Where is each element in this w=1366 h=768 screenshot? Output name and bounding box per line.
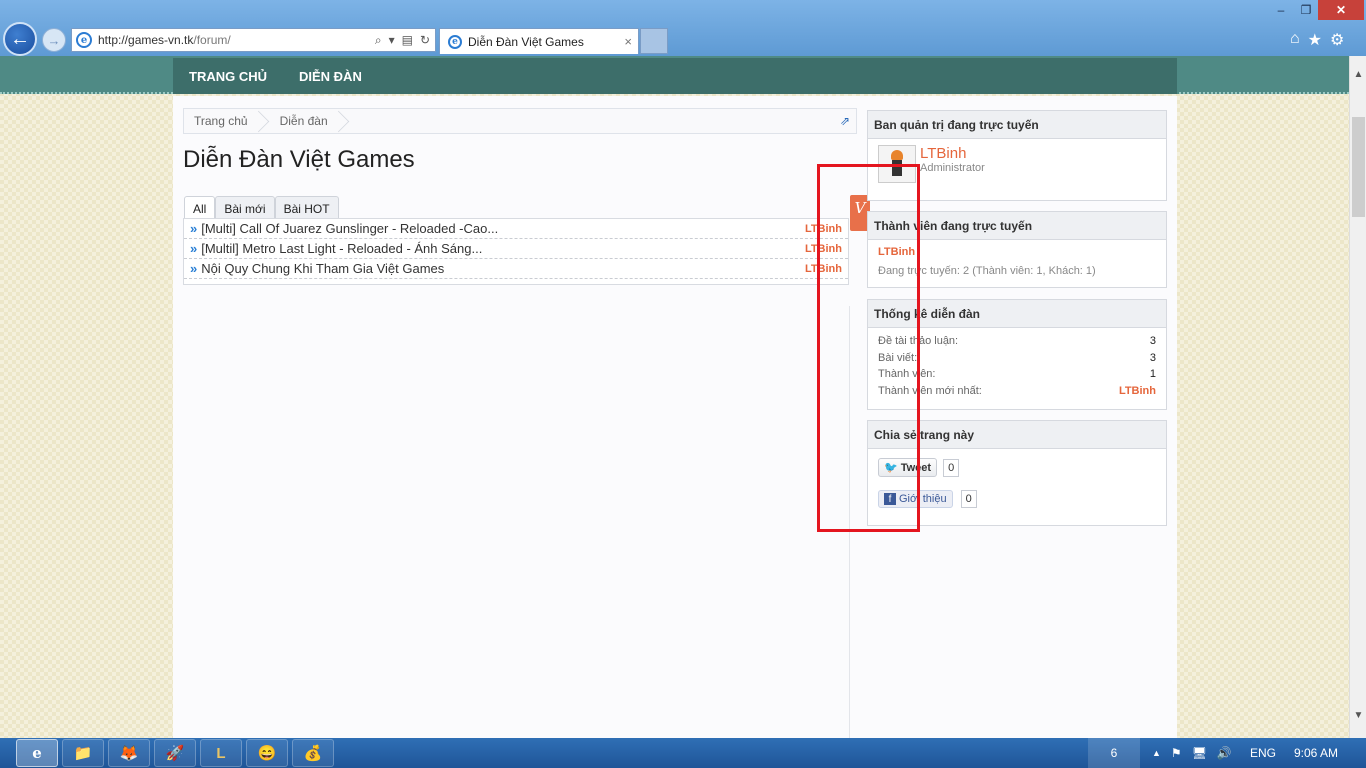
new-tab-button[interactable] — [640, 28, 668, 54]
people-bar[interactable]: 6 — [1088, 738, 1140, 768]
breadcrumb: Trang chủ Diễn đàn ⇗ — [183, 108, 857, 134]
thread-title[interactable]: [Multi] Call Of Juarez Gunslinger - Relo… — [201, 221, 498, 236]
address-bar[interactable]: e http://games-vn.tk/forum/ ⌕ ▾ ▤ ↻ — [71, 28, 436, 52]
taskbar-explorer-icon[interactable]: 📁 — [62, 739, 104, 767]
home-icon[interactable]: ⌂ — [1290, 30, 1300, 50]
maximize-button[interactable]: ❐ — [1293, 0, 1319, 20]
nav-home[interactable]: TRANG CHỦ — [173, 69, 283, 84]
forward-arrow-icon: → — [47, 32, 61, 48]
show-hidden-icons-icon[interactable]: ▲ — [1152, 748, 1161, 758]
volume-icon[interactable]: 🔊 — [1217, 746, 1232, 760]
double-chevron-icon: » — [190, 221, 197, 236]
list-item[interactable]: » [Multil] Metro Last Light - Reloaded -… — [184, 239, 848, 259]
scroll-up-arrow-icon[interactable]: ▲ — [1350, 66, 1366, 83]
list-item[interactable]: » [Multi] Call Of Juarez Gunslinger - Re… — [184, 219, 848, 239]
double-chevron-icon: » — [190, 261, 197, 276]
scroll-down-arrow-icon[interactable]: ▼ — [1350, 707, 1366, 724]
thread-title[interactable]: Nội Quy Chung Khi Tham Gia Việt Games — [201, 261, 444, 276]
external-link-icon[interactable]: ⇗ — [840, 114, 850, 128]
tab-ie-icon: e — [448, 34, 462, 49]
people-count: 6 — [1110, 746, 1118, 760]
url-host: http://games-vn.tk — [98, 33, 194, 47]
breadcrumb-forum[interactable]: Diễn đàn — [270, 109, 350, 133]
page-viewport: TRANG CHỦ DIỄN ĐÀN Trang chủ Diễn đàn ⇗ … — [0, 56, 1349, 738]
network-icon[interactable]: 🖥 — [1192, 746, 1207, 760]
action-center-flag-icon[interactable]: ⚑ — [1171, 746, 1182, 760]
content-area: Trang chủ Diễn đàn ⇗ Diễn Đàn Việt Games… — [173, 96, 1177, 738]
annotation-highlight-box — [817, 164, 920, 532]
close-window-button[interactable]: ✕ — [1318, 0, 1364, 20]
staff-name[interactable]: LTBinh — [920, 145, 985, 162]
windows-taskbar: e 📁 🦊 🚀 L 😄 💰 6 ▲ ⚑ 🖥 🔊 ENG 9:06 AM — [0, 738, 1366, 768]
back-button[interactable]: ← — [3, 22, 37, 56]
stat-value: 1 — [1149, 368, 1156, 381]
refresh-icon[interactable]: ↻ — [420, 33, 430, 48]
search-icon[interactable]: ⌕ — [375, 33, 382, 48]
list-item[interactable]: » Nội Quy Chung Khi Tham Gia Việt Games … — [184, 259, 848, 279]
page-scrollbar[interactable]: ▲ ▼ — [1349, 56, 1366, 738]
staff-online-heading: Ban quản trị đang trực tuyến — [868, 111, 1166, 139]
thread-title[interactable]: [Multil] Metro Last Light - Reloaded - Á… — [201, 241, 482, 256]
tab-title: Diễn Đàn Việt Games — [468, 34, 584, 49]
nav-forum[interactable]: DIỄN ĐÀN — [283, 69, 378, 84]
url-path: /forum/ — [193, 33, 231, 47]
minimize-button[interactable]: – — [1268, 0, 1294, 20]
settings-gear-icon[interactable]: ⚙ — [1330, 30, 1344, 50]
newest-member-link[interactable]: LTBinh — [1119, 385, 1156, 397]
staff-role: Administrator — [920, 162, 985, 174]
breadcrumb-home[interactable]: Trang chủ — [184, 109, 270, 133]
browser-chrome: ← → e http://games-vn.tk/forum/ ⌕ ▾ ▤ ↻ … — [0, 0, 1366, 56]
favorites-star-icon[interactable]: ★ — [1308, 30, 1322, 50]
ie-icon: e — [76, 32, 92, 48]
taskbar-ie-icon[interactable]: e — [16, 739, 58, 767]
dropdown-icon[interactable]: ▾ — [389, 33, 395, 48]
compatibility-icon[interactable]: ▤ — [402, 33, 413, 48]
main-navbar: TRANG CHỦ DIỄN ĐÀN — [173, 58, 1177, 94]
back-arrow-icon: ← — [10, 27, 30, 50]
facebook-like-count: 0 — [960, 490, 977, 508]
tab-close-icon[interactable]: × — [624, 34, 638, 49]
taskbar-moneybag-icon[interactable]: 💰 — [292, 739, 334, 767]
system-tray: ▲ ⚑ 🖥 🔊 — [1152, 738, 1232, 768]
thread-list: » [Multi] Call Of Juarez Gunslinger - Re… — [183, 218, 849, 285]
scrollbar-thumb[interactable] — [1352, 117, 1365, 217]
tweet-count: 0 — [943, 458, 960, 477]
forward-button[interactable]: → — [42, 28, 66, 52]
browser-tab[interactable]: e Diễn Đàn Việt Games × — [439, 28, 639, 54]
stat-value: 3 — [1149, 351, 1156, 364]
taskbar-messenger-icon[interactable]: 😄 — [246, 739, 288, 767]
stat-value: 3 — [1149, 335, 1156, 348]
taskbar-firefox-icon[interactable]: 🦊 — [108, 739, 150, 767]
taskbar-lol-icon[interactable]: L — [200, 739, 242, 767]
input-language[interactable]: ENG — [1250, 738, 1276, 768]
browser-toolbar-icons: ⌂ ★ ⚙ — [1290, 30, 1344, 50]
page-title: Diễn Đàn Việt Games — [183, 146, 415, 173]
double-chevron-icon: » — [190, 241, 197, 256]
taskbar-rocket-icon[interactable]: 🚀 — [154, 739, 196, 767]
clock-time[interactable]: 9:06 AM — [1294, 738, 1338, 768]
